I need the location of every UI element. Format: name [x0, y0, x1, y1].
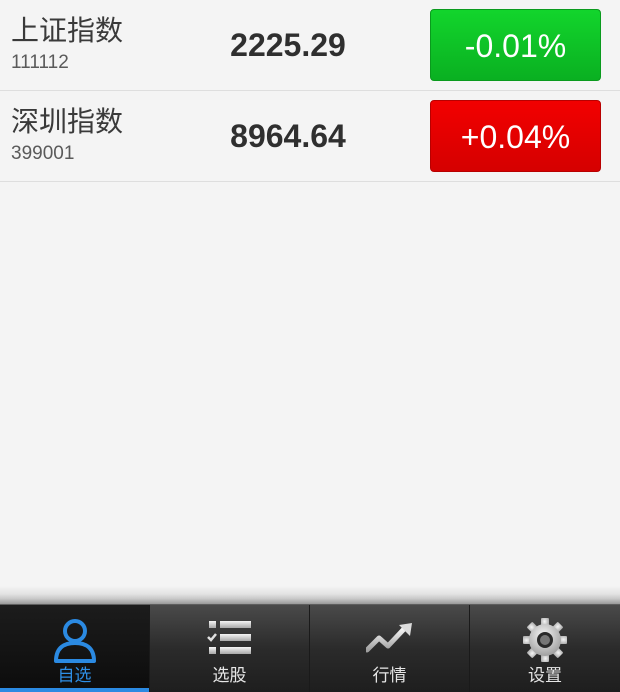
- change-badge[interactable]: -0.01%: [430, 9, 601, 81]
- stock-price: 8964.64: [230, 118, 346, 154]
- active-tab-indicator: [0, 688, 149, 692]
- tab-label: 设置: [528, 666, 562, 686]
- tab-label: 自选: [57, 666, 92, 686]
- tab-label: 选股: [212, 666, 247, 686]
- watchlist: 上证指数 111112 2225.29 -0.01% 深圳指数 399001 8…: [0, 0, 620, 182]
- stock-price: 2225.29: [230, 27, 346, 63]
- stock-name: 深圳指数: [11, 105, 124, 138]
- checklist-icon: [206, 621, 251, 654]
- tab-bar: 自选 选股 行情 设置: [0, 604, 620, 692]
- list-item[interactable]: 深圳指数 399001 8964.64 +0.04%: [0, 91, 620, 182]
- list-item[interactable]: 上证指数 111112 2225.29 -0.01%: [0, 0, 620, 91]
- tab-watchlist[interactable]: 自选: [0, 605, 149, 692]
- change-badge[interactable]: +0.04%: [430, 100, 601, 172]
- stock-code: 399001: [11, 143, 75, 164]
- stock-code: 111112: [11, 52, 69, 73]
- tabbar-shadow: [0, 586, 620, 604]
- trend-icon: [365, 623, 412, 653]
- user-icon: [53, 619, 96, 663]
- tab-stock-picker[interactable]: 选股: [149, 605, 309, 692]
- gear-icon: [523, 618, 567, 662]
- tab-market[interactable]: 行情: [309, 605, 469, 692]
- tab-settings[interactable]: 设置: [469, 605, 620, 692]
- app-screen: 上证指数 111112 2225.29 -0.01% 深圳指数 399001 8…: [0, 0, 620, 692]
- stock-name: 上证指数: [11, 14, 124, 47]
- tab-label: 行情: [372, 666, 407, 686]
